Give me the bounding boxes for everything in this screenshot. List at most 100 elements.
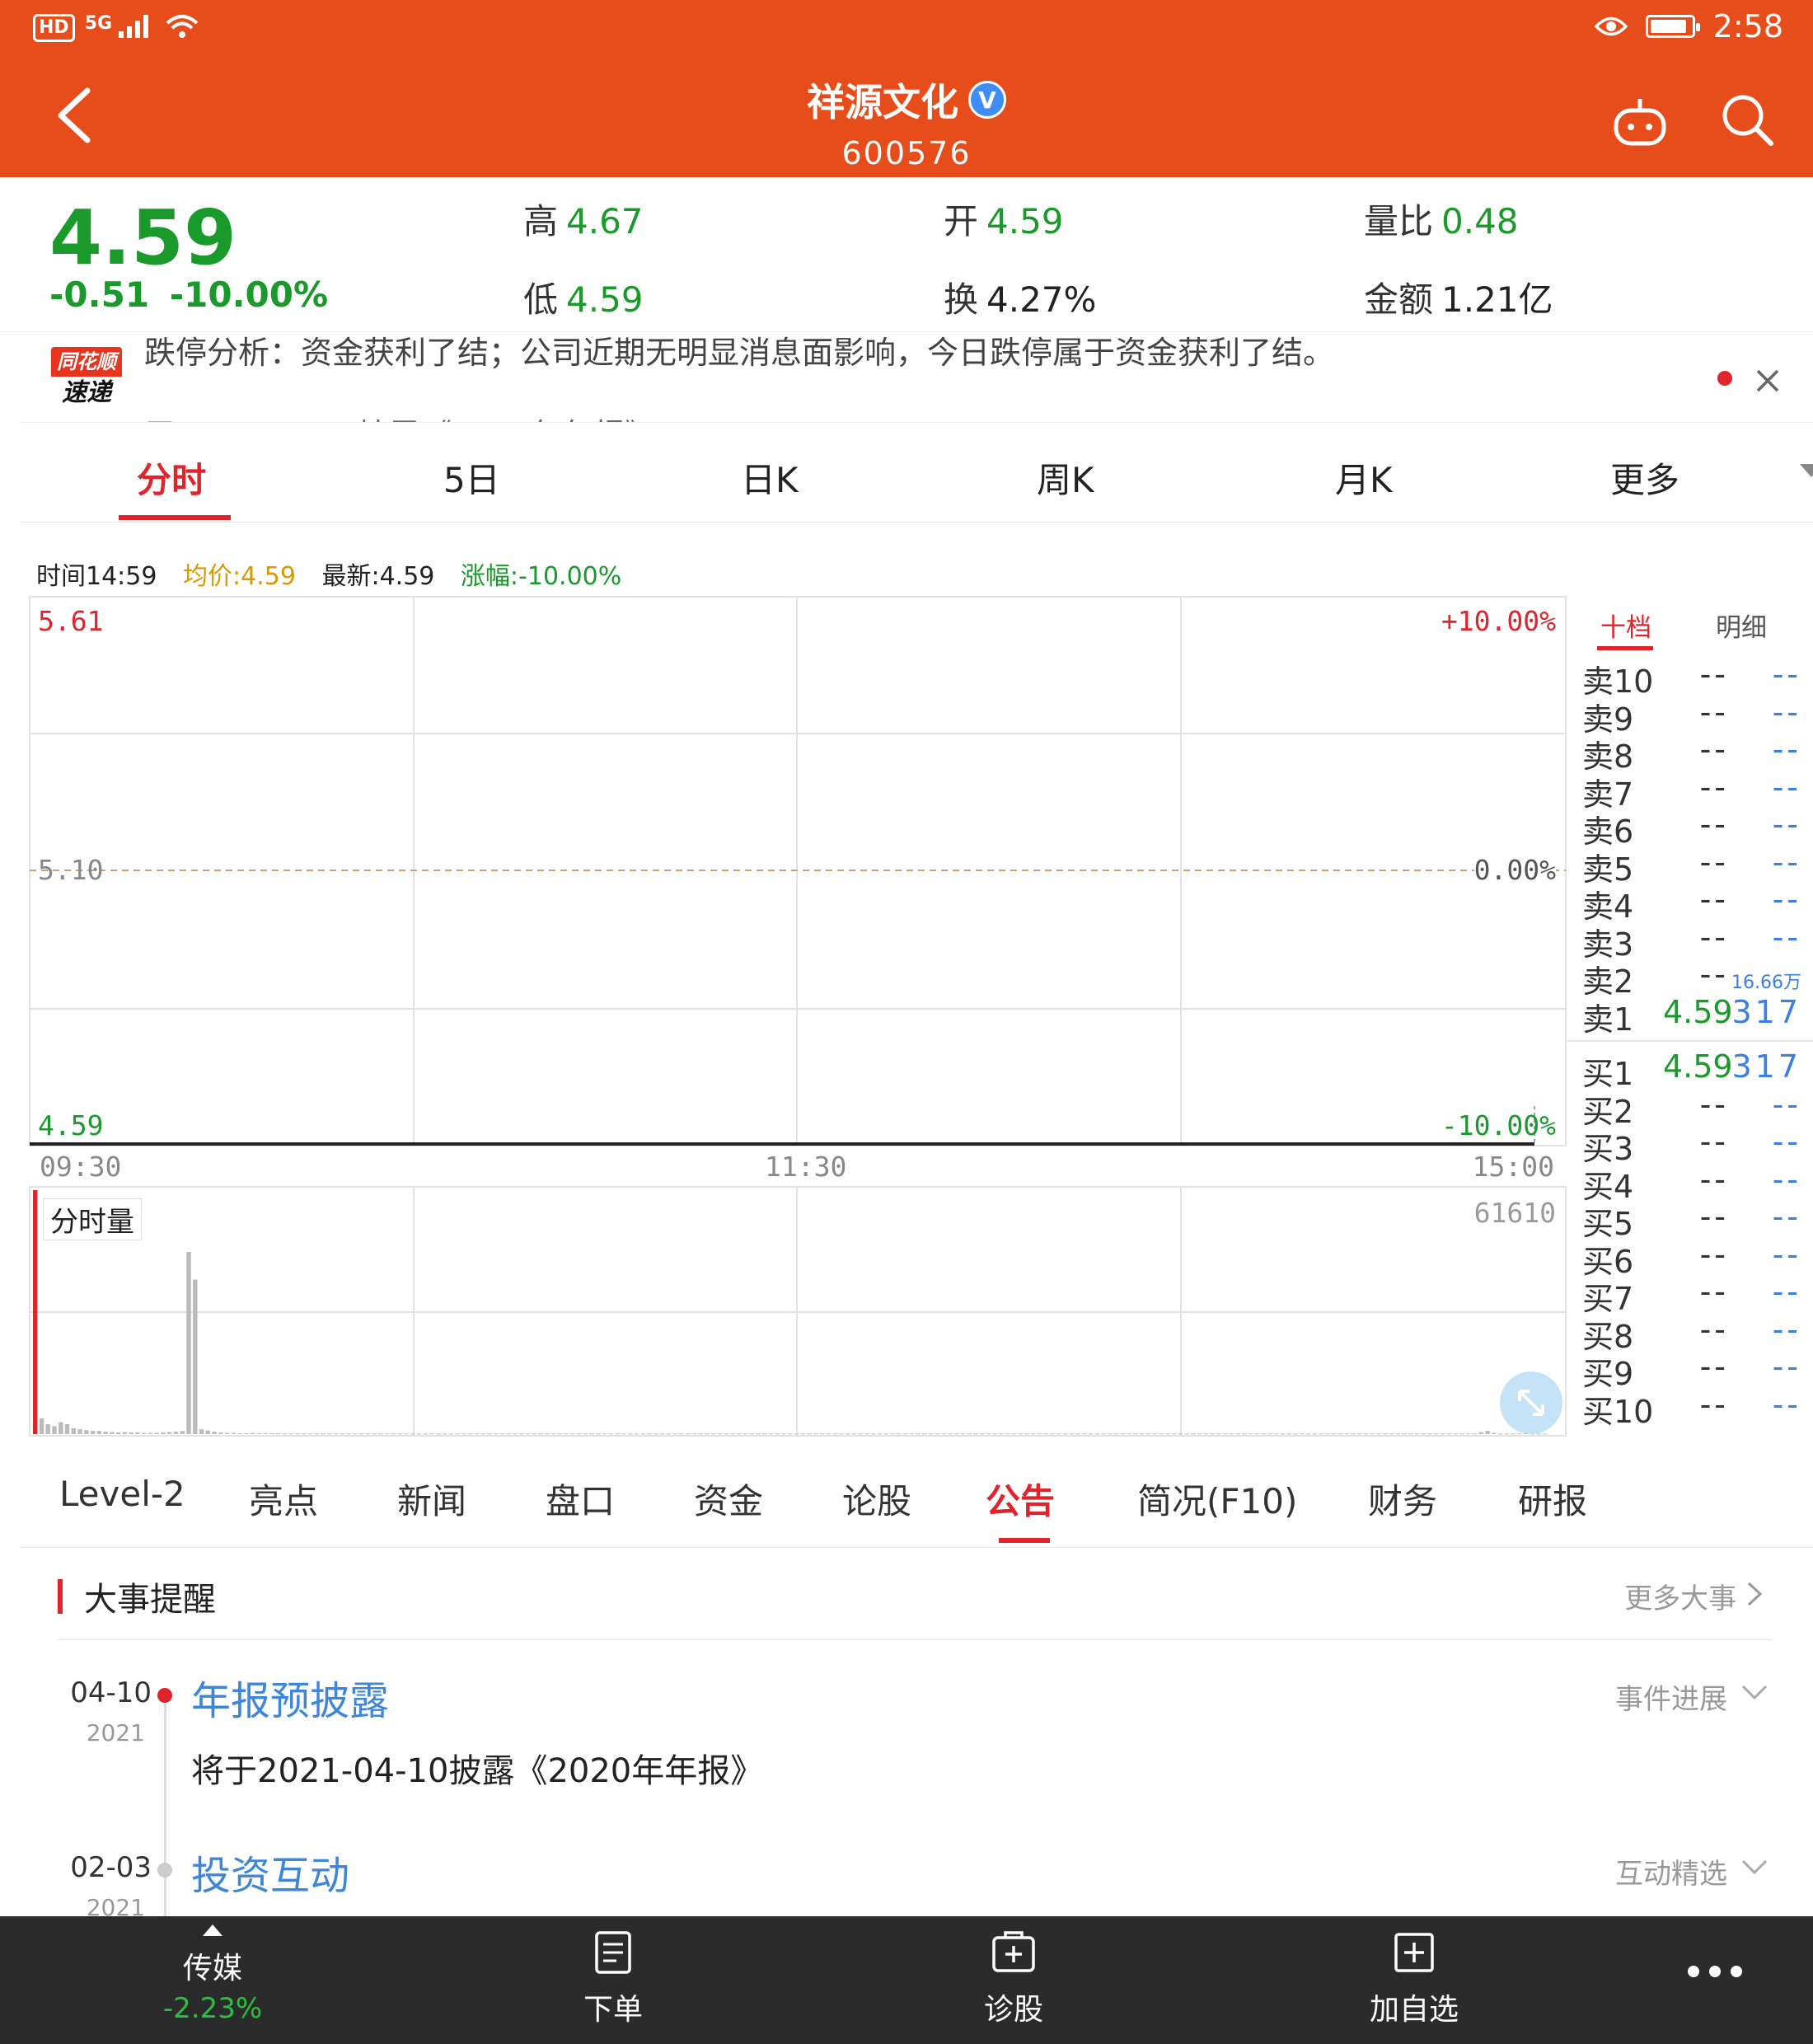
volume-bar (679, 1433, 684, 1435)
volume-bar (193, 1279, 198, 1434)
chevron-down-icon[interactable] (1740, 1858, 1768, 1878)
y-tick-pct-high: +10.00% (1441, 605, 1556, 637)
volume-bar (1274, 1433, 1279, 1435)
nav-diagnose[interactable]: 诊股 (931, 1916, 1096, 2044)
order-book-row[interactable]: 卖4 -- -- (1577, 881, 1808, 925)
tab-handicap[interactable]: 盘口 (546, 1474, 615, 1524)
order-book-row[interactable]: 卖10 -- -- (1577, 656, 1808, 700)
order-book-row[interactable]: 买6 -- -- (1577, 1236, 1808, 1280)
volume-bar (1415, 1433, 1420, 1435)
tab-funds[interactable]: 资金 (694, 1474, 763, 1524)
event-dot-active (157, 1688, 172, 1703)
volume-bar (922, 1433, 927, 1435)
tab-level2[interactable]: Level-2 (59, 1474, 185, 1514)
more-events-link[interactable]: 更多大事 (1624, 1576, 1764, 1616)
order-book-row[interactable]: 卖3 -- -- (1577, 919, 1808, 963)
volume-bar (883, 1433, 888, 1435)
volume-bar (173, 1432, 179, 1434)
tab-details[interactable]: 明细 (1716, 607, 1767, 644)
volume-bar (1159, 1433, 1164, 1435)
order-book-row[interactable]: 卖8 -- -- (1577, 731, 1808, 775)
tab-finance[interactable]: 财务 (1368, 1474, 1437, 1524)
tab-discussion[interactable]: 论股 (842, 1474, 911, 1524)
volume-bar (986, 1433, 991, 1435)
order-quantity: -- (1772, 768, 1801, 805)
order-book-row[interactable]: 买2 -- -- (1577, 1086, 1808, 1130)
order-book-row[interactable]: 卖9 -- -- (1577, 694, 1808, 738)
order-book-row[interactable]: 买5 -- -- (1577, 1198, 1808, 1242)
order-book-row[interactable]: 卖6 -- -- (1577, 806, 1808, 850)
order-book-row[interactable]: 买3 -- -- (1577, 1123, 1808, 1167)
order-book-row[interactable]: 买1 4.59 317 (1577, 1048, 1808, 1092)
volume-bar (1421, 1433, 1427, 1435)
volume-bar (698, 1433, 703, 1435)
volume-bar (525, 1433, 531, 1435)
volume-bar (1089, 1433, 1094, 1435)
event-tag[interactable]: 互动精选 (1615, 1851, 1727, 1892)
volume-bar (640, 1433, 645, 1435)
order-book-row[interactable]: 卖1 4.59 317 (1577, 994, 1808, 1038)
volume-bar (321, 1433, 326, 1435)
volume-bar (992, 1433, 997, 1435)
tab-news[interactable]: 新闻 (397, 1474, 466, 1524)
fullscreen-button[interactable] (1500, 1371, 1562, 1434)
event-title[interactable]: 年报预披露 (191, 1668, 389, 1726)
volume-bar (1075, 1433, 1080, 1435)
volume-bar (1178, 1433, 1183, 1435)
volume-bar (756, 1433, 761, 1435)
volume-bar (1005, 1433, 1010, 1435)
order-book-row[interactable]: 卖5 -- -- (1577, 844, 1808, 888)
tab-profile-f10[interactable]: 简况(F10) (1137, 1474, 1297, 1524)
order-icon (595, 1931, 631, 1974)
order-quantity: 317 (1731, 1048, 1801, 1085)
volume-bar (1197, 1433, 1202, 1435)
volume-bar (1402, 1433, 1407, 1435)
section-tabs: Level-2 亮点 新闻 盘口 资金 论股 公告 简况(F10) 财务 研报 (20, 1446, 1813, 1548)
order-book-row[interactable]: 买10 -- -- (1577, 1386, 1808, 1430)
nav-order[interactable]: 下单 (531, 1916, 696, 2044)
order-quantity: -- (1772, 1348, 1801, 1385)
volume-bar (59, 1422, 63, 1434)
volume-bar (717, 1433, 723, 1435)
volume-bar (545, 1433, 550, 1435)
chevron-down-icon[interactable] (1740, 1683, 1768, 1703)
event-tag[interactable]: 事件进展 (1615, 1676, 1727, 1717)
volume-bar (180, 1431, 185, 1434)
volume-bar (980, 1433, 985, 1435)
event-title[interactable]: 投资互动 (191, 1843, 349, 1901)
volume-bar (909, 1433, 914, 1435)
tab-research[interactable]: 研报 (1518, 1474, 1587, 1524)
nav-sector[interactable]: 传媒 -2.23% (130, 1916, 295, 2044)
volume-bar (960, 1433, 966, 1435)
volume-bar (1485, 1431, 1490, 1434)
volume-bar (84, 1430, 89, 1434)
volume-bar (564, 1433, 569, 1435)
volume-bar (659, 1433, 665, 1435)
order-book-row[interactable]: 买8 -- -- (1577, 1311, 1808, 1355)
volume-bar (244, 1433, 249, 1434)
intraday-chart[interactable] (0, 0, 1813, 1451)
volume-bar (1018, 1433, 1023, 1435)
volume-bar (1216, 1433, 1221, 1435)
nav-add-watchlist[interactable]: 加自选 (1332, 1916, 1497, 2044)
volume-bar (1024, 1433, 1029, 1435)
tab-highlights[interactable]: 亮点 (249, 1474, 318, 1524)
more-menu-icon[interactable] (1688, 1966, 1742, 1977)
volume-bar (96, 1431, 101, 1434)
volume-bar (602, 1433, 607, 1435)
order-book-row[interactable]: 买9 -- -- (1577, 1348, 1808, 1392)
tab-ten-levels[interactable]: 十档 (1600, 607, 1651, 644)
volume-bar (826, 1433, 832, 1435)
order-book-row[interactable]: 买4 -- -- (1577, 1161, 1808, 1205)
order-book-row[interactable]: 买7 -- -- (1577, 1273, 1808, 1317)
volume-bar (711, 1433, 716, 1435)
order-book-row[interactable]: 卖7 -- -- (1577, 768, 1808, 813)
volume-bar (864, 1433, 869, 1435)
volume-bar (1280, 1433, 1286, 1435)
order-quantity: -- (1772, 656, 1801, 692)
order-book-row[interactable]: 卖2 -- 16.66万 (1577, 956, 1808, 1000)
order-price: -- (1699, 656, 1729, 692)
volume-bar (948, 1433, 953, 1435)
volume-bar (295, 1433, 300, 1435)
tab-announcements[interactable]: 公告 (986, 1474, 1055, 1524)
